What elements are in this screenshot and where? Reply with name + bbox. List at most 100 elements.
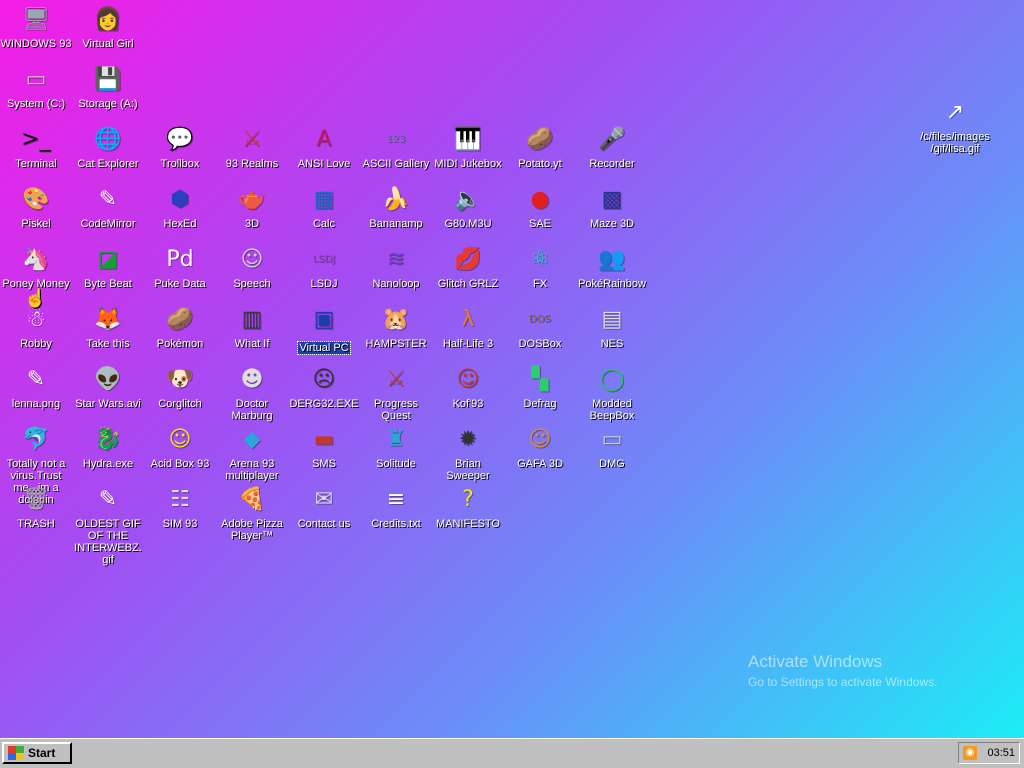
desktop-icon-piskel[interactable]: 🎨 Piskel xyxy=(0,184,72,230)
desktop-icon-trash[interactable]: 🗑 TRASH xyxy=(0,484,72,530)
desktop-icon-modded-beepbox[interactable]: ◯ Modded BeepBox xyxy=(576,364,648,422)
desktop-icon-robby[interactable]: ☃ Robby xyxy=(0,304,72,350)
corglitch-icon: 🐶 xyxy=(166,367,194,392)
desktop-icon-brian-sweeper[interactable]: ✹ Brian Sweeper xyxy=(432,424,504,482)
desktop-icon-cat-explorer[interactable]: 🌐 Cat Explorer xyxy=(72,124,144,170)
start-button[interactable]: Start xyxy=(2,742,72,764)
desktop-icon-label: DOSBox xyxy=(518,338,562,350)
desktop-icon-what-if[interactable]: ▥ What If xyxy=(216,304,288,350)
desktop-icon-kof-93[interactable]: ☺ Kof'93 xyxy=(432,364,504,410)
rss-icon[interactable]: ◉ xyxy=(963,746,977,760)
desktop-icon-label: LSDJ xyxy=(310,278,338,290)
desktop-icon-hydra-exe[interactable]: 🐉 Hydra.exe xyxy=(72,424,144,470)
desktop-icon-half-life-3[interactable]: λ Half-Life 3 xyxy=(432,304,504,350)
puke-data-icon: Pd xyxy=(166,247,194,272)
speech-icon: ☺ xyxy=(240,247,264,272)
desktop-icon-storage-a[interactable]: 💾 Storage (A:) xyxy=(72,64,144,110)
desktop-icon-credits-txt[interactable]: ≡ Credits.txt xyxy=(360,484,432,530)
desktop-icon-recorder[interactable]: 🎤 Recorder xyxy=(576,124,648,170)
desktop-icon-fx[interactable]: ⚛ FX xyxy=(504,244,576,290)
desktop-icon-progress-quest[interactable]: ⚔ Progress Quest xyxy=(360,364,432,422)
desktop-icon-label: Hydra.exe xyxy=(82,458,134,470)
desktop-icon-label: Take this xyxy=(86,338,130,350)
desktop-icon-label: SMS xyxy=(312,458,336,470)
desktop[interactable]: 🖥 WINDOWS 93 👩 Virtual Girl ▭ System (C:) 💾 Sto… xyxy=(0,0,1024,738)
desktop-icon-ansi-love[interactable]: A ANSI Love xyxy=(288,124,360,170)
desktop-icon-sae[interactable]: ● SAE xyxy=(504,184,576,230)
desktop-icon-sim-93[interactable]: ☷ SIM 93 xyxy=(144,484,216,530)
desktop-icon-glitch-grlz[interactable]: 💋 Glitch GRLZ xyxy=(432,244,504,290)
watermark-title: Activate Windows xyxy=(748,652,883,671)
desktop-icon-bananamp[interactable]: 🍌 Bananamp xyxy=(360,184,432,230)
desktop-icon-hampster[interactable]: 🐹 HAMPSTER xyxy=(360,304,432,350)
clock[interactable]: 03:51 xyxy=(987,747,1015,759)
desktop-icon-terminal[interactable]: >_ Terminal xyxy=(0,124,72,170)
windows-93-icon: 🖥 xyxy=(22,7,50,32)
desktop-icon-take-this[interactable]: 🦊 Take this xyxy=(72,304,144,350)
desktop-icon-defrag[interactable]: ▚ Defrag xyxy=(504,364,576,410)
desktop-icon-potato-yt[interactable]: 🥔 Potato.yt xyxy=(504,124,576,170)
terminal-icon: >_ xyxy=(21,127,51,152)
desktop-icon-dosbox[interactable]: DOS DOSBox xyxy=(504,304,576,350)
kof-93-icon: ☺ xyxy=(456,367,480,392)
desktop-icon-system-c[interactable]: ▭ System (C:) xyxy=(0,64,72,110)
desktop-icon-hexed[interactable]: ⬢ HexEd xyxy=(144,184,216,230)
sms-icon: ▬ xyxy=(313,427,335,452)
desktop-icon-solitude[interactable]: ♜ Solitude xyxy=(360,424,432,470)
desktop-icon-dmg[interactable]: ▭ DMG xyxy=(576,424,648,470)
contact-us-icon: ✉ xyxy=(314,487,334,512)
desktop-icon-93-realms[interactable]: ⚔ 93 Realms xyxy=(216,124,288,170)
desktop-icon-byte-beat[interactable]: ◪ Byte Beat xyxy=(72,244,144,290)
desktop-icon-label: Star Wars.avi xyxy=(75,398,141,410)
desktop-icon-label: SAE xyxy=(528,218,551,230)
desktop-icon-3d[interactable]: 🫖 3D xyxy=(216,184,288,230)
desktop-icon-codemirror[interactable]: ✎ CodeMirror xyxy=(72,184,144,230)
desktop-icon-lenna-png[interactable]: ✎ lenna.png xyxy=(0,364,72,410)
gafa-3d-icon: ☺ xyxy=(528,427,552,452)
desktop-icon-star-wars-avi[interactable]: 👽 Star Wars.avi xyxy=(72,364,144,410)
desktop-icon-label: Contact us xyxy=(297,518,351,530)
desktop-icon-trollbox[interactable]: 💬 Trollbox xyxy=(144,124,216,170)
desktop-icon-label: G80.M3U xyxy=(444,218,492,230)
desktop-icon-ascii-gallery[interactable]: 123 ASCII Gallery xyxy=(360,124,432,170)
desktop-icon-contact-us[interactable]: ✉ Contact us xyxy=(288,484,360,530)
doctor-marburg-icon: ☻ xyxy=(240,367,264,392)
desktop-icon-gafa-3d[interactable]: ☺ GAFA 3D xyxy=(504,424,576,470)
desktop-icon-oldest-gif-of-the-interwebz-gif[interactable]: ✎ OLDEST GIF OF THE INTERWEBZ.gif xyxy=(72,484,144,566)
desktop-icon-maze-3d[interactable]: ▩ Maze 3D xyxy=(576,184,648,230)
desktop-icon-pok-mon[interactable]: 🥔 Pokémon xyxy=(144,304,216,350)
desktop-icon-label: Piskel xyxy=(21,218,51,230)
desktop-icon-acid-box-93[interactable]: ☺ Acid Box 93 xyxy=(144,424,216,470)
desktop-icon-speech[interactable]: ☺ Speech xyxy=(216,244,288,290)
desktop-icon-midi-jukebox[interactable]: 🎹 MIDI Jukebox xyxy=(432,124,504,170)
93-realms-icon: ⚔ xyxy=(242,127,262,152)
desktop-icon-virtual-girl[interactable]: 👩 Virtual Girl xyxy=(72,4,144,50)
desktop-icon-adobe-pizza-player[interactable]: 🍕 Adobe Pizza Player™ xyxy=(216,484,288,542)
desktop-icon-virtual-pc[interactable]: ▣ Virtual PC xyxy=(288,304,360,356)
storage-a-icon: 💾 xyxy=(94,67,122,92)
lsdj-icon: LSDJ xyxy=(312,254,336,265)
desktop-icon-nanoloop[interactable]: ≋ Nanoloop xyxy=(360,244,432,290)
desktop-icon-manifesto[interactable]: ? MANIFESTO xyxy=(432,484,504,530)
desktop-icon-doctor-marburg[interactable]: ☻ Doctor Marburg xyxy=(216,364,288,422)
desktop-icon-sms[interactable]: ▬ SMS xyxy=(288,424,360,470)
desktop-icon-label: NES xyxy=(600,338,624,350)
desktop-icon-windows-93[interactable]: 🖥 WINDOWS 93 xyxy=(0,4,72,50)
sim-93-icon: ☷ xyxy=(170,487,190,512)
desktop-icon-nes[interactable]: ▤ NES xyxy=(576,304,648,350)
desktop-icon-lsdj[interactable]: LSDJ LSDJ xyxy=(288,244,360,290)
desktop-icon-derg32-exe[interactable]: ☹ DERG32.EXE xyxy=(288,364,360,410)
desktop-icon-pok-rainbow[interactable]: 👥 PokéRainbow xyxy=(576,244,648,290)
desktop-icon-c-files-images-gif-lisa-gif[interactable]: ↗ /c/files/images/gif/lisa.gif xyxy=(919,97,991,155)
desktop-icon-label: Cat Explorer xyxy=(77,158,139,170)
desktop-icon-corglitch[interactable]: 🐶 Corglitch xyxy=(144,364,216,410)
desktop-icon-puke-data[interactable]: Pd Puke Data xyxy=(144,244,216,290)
desktop-icon-calc[interactable]: ▦ Calc xyxy=(288,184,360,230)
desktop-icon-g80-m3u[interactable]: 🔈 G80.M3U xyxy=(432,184,504,230)
desktop-icon-label: MANIFESTO xyxy=(436,518,500,530)
desktop-icon-arena-93-multiplayer[interactable]: ◆ Arena 93 multiplayer xyxy=(216,424,288,482)
desktop-icon-label: OLDEST GIF OF THE INTERWEBZ.gif xyxy=(74,518,142,566)
desktop-icon-label: lenna.png xyxy=(11,398,61,410)
desktop-icon-poney-money[interactable]: 🦄 Poney Money xyxy=(0,244,72,290)
half-life-3-icon: λ xyxy=(461,307,475,332)
